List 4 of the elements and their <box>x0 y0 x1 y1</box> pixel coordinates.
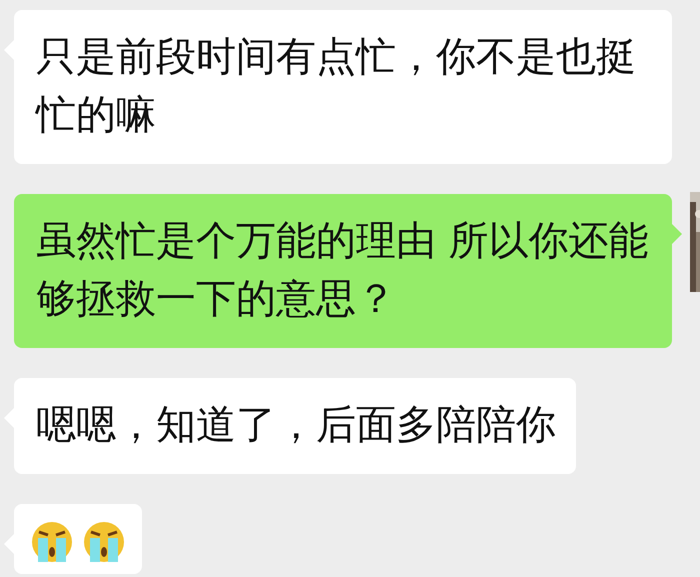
message-bubble: 只是前段时间有点忙，你不是也挺忙的嘛 <box>14 10 672 164</box>
message-bubble: 嗯嗯，知道了，后面多陪陪你 <box>14 378 576 474</box>
bubble-tail <box>672 224 682 244</box>
message-bubble: 虽然忙是个万能的理由 所以你还能够拯救一下的意思？ <box>14 194 672 348</box>
